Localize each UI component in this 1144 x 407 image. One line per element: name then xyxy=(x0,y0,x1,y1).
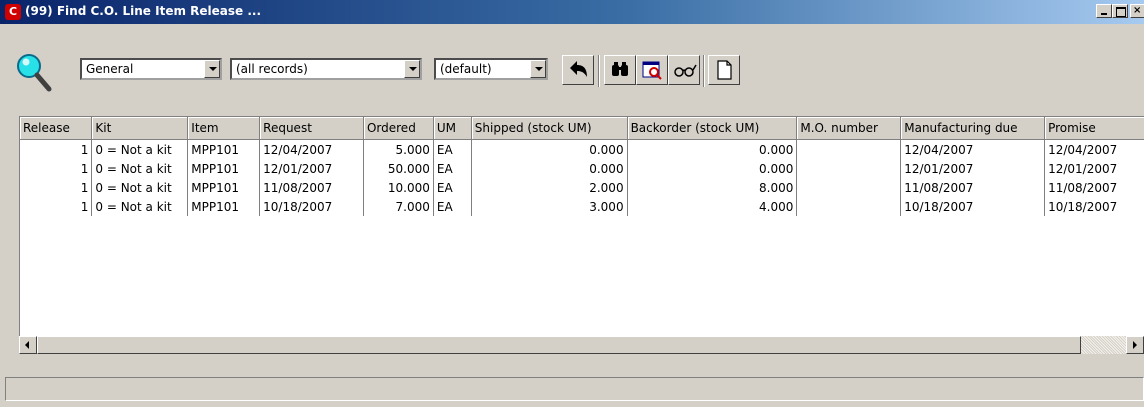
column-header-request[interactable]: Request xyxy=(259,117,364,140)
cell-manufacturing-due: 12/01/2007 xyxy=(900,159,1046,178)
cell-promise: 12/04/2007 xyxy=(1044,139,1144,159)
cell-backorder: 4.000 xyxy=(627,197,798,216)
column-header-manufacturing-due[interactable]: Manufacturing due xyxy=(900,117,1046,140)
close-button[interactable]: × xyxy=(1130,4,1144,18)
cell-ordered: 50.000 xyxy=(363,159,434,178)
cell-promise: 10/18/2007 xyxy=(1044,197,1144,216)
glasses-icon xyxy=(674,64,697,77)
toolbar-separator xyxy=(598,55,600,87)
horizontal-scrollbar[interactable] xyxy=(19,336,1144,354)
scroll-right-icon[interactable] xyxy=(1126,336,1144,354)
cell-kit: 0 = Not a kit xyxy=(91,159,189,178)
cell-manufacturing-due: 10/18/2007 xyxy=(900,197,1046,216)
cell-promise: 12/01/2007 xyxy=(1044,159,1144,178)
filter-select-value: (all records) xyxy=(236,62,308,76)
cell-um: EA xyxy=(433,178,472,197)
table-row[interactable]: 1 0 = Not a kit MPP101 10/18/2007 7.000 … xyxy=(20,197,1144,216)
cell-shipped: 0.000 xyxy=(471,139,628,159)
cell-item: MPP101 xyxy=(187,197,261,216)
toolbar-separator xyxy=(703,55,705,87)
cell-request: 10/18/2007 xyxy=(259,197,364,216)
find-button[interactable] xyxy=(604,55,636,85)
chevron-down-icon[interactable] xyxy=(404,60,420,78)
magnifier-icon xyxy=(17,54,52,92)
cell-request: 11/08/2007 xyxy=(259,178,364,197)
table-row[interactable]: 1 0 = Not a kit MPP101 12/04/2007 5.000 … xyxy=(20,139,1144,159)
cell-shipped: 0.000 xyxy=(471,159,628,178)
column-header-mo-number[interactable]: M.O. number xyxy=(796,117,902,140)
cell-release: 1 xyxy=(20,178,93,197)
undo-icon xyxy=(570,61,587,77)
preview-button[interactable] xyxy=(668,55,700,85)
cell-mo-number xyxy=(796,178,902,197)
cell-shipped: 3.000 xyxy=(471,197,628,216)
cell-release: 1 xyxy=(20,139,93,159)
cell-request: 12/01/2007 xyxy=(259,159,364,178)
column-header-um[interactable]: UM xyxy=(433,117,472,140)
column-header-shipped[interactable]: Shipped (stock UM) xyxy=(471,117,628,140)
cell-kit: 0 = Not a kit xyxy=(91,197,189,216)
cell-item: MPP101 xyxy=(187,178,261,197)
status-bar xyxy=(5,377,1144,401)
column-header-kit[interactable]: Kit xyxy=(91,117,189,140)
results-table: Release Kit Item Request Ordered UM Ship… xyxy=(20,117,1144,216)
minimize-button[interactable] xyxy=(1096,4,1112,18)
view-select[interactable]: General xyxy=(80,58,222,80)
cell-ordered: 10.000 xyxy=(363,178,434,197)
query-button[interactable] xyxy=(636,55,668,85)
cell-request: 12/04/2007 xyxy=(259,139,364,159)
chevron-down-icon[interactable] xyxy=(530,60,546,78)
results-grid[interactable]: Release Kit Item Request Ordered UM Ship… xyxy=(19,116,1144,337)
filter-select[interactable]: (all records) xyxy=(230,58,422,80)
view-select-value: General xyxy=(86,62,134,76)
maximize-button[interactable] xyxy=(1112,4,1128,18)
cell-ordered: 7.000 xyxy=(363,197,434,216)
query-icon xyxy=(642,61,662,80)
cell-manufacturing-due: 11/08/2007 xyxy=(900,178,1046,197)
cell-mo-number xyxy=(796,159,902,178)
sort-select-value: (default) xyxy=(440,62,492,76)
cell-um: EA xyxy=(433,159,472,178)
cell-ordered: 5.000 xyxy=(363,139,434,159)
cell-um: EA xyxy=(433,197,472,216)
cell-release: 1 xyxy=(20,197,93,216)
table-row[interactable]: 1 0 = Not a kit MPP101 11/08/2007 10.000… xyxy=(20,178,1144,197)
new-button[interactable] xyxy=(708,55,740,85)
new-document-icon xyxy=(717,60,732,80)
cell-mo-number xyxy=(796,139,902,159)
table-row[interactable]: 1 0 = Not a kit MPP101 12/01/2007 50.000… xyxy=(20,159,1144,178)
app-icon[interactable]: C xyxy=(5,4,21,20)
undo-button[interactable] xyxy=(562,55,594,85)
column-header-backorder[interactable]: Backorder (stock UM) xyxy=(627,117,798,140)
title-bar[interactable]: C (99) Find C.O. Line Item Release ... × xyxy=(0,0,1144,24)
cell-mo-number xyxy=(796,197,902,216)
column-header-release[interactable]: Release xyxy=(20,117,93,140)
find-window: C (99) Find C.O. Line Item Release ... ×… xyxy=(0,0,1144,407)
column-header-item[interactable]: Item xyxy=(187,117,261,140)
cell-um: EA xyxy=(433,139,472,159)
column-header-ordered[interactable]: Ordered xyxy=(363,117,434,140)
chevron-down-icon[interactable] xyxy=(204,60,220,78)
sort-select[interactable]: (default) xyxy=(434,58,548,80)
window-title: (99) Find C.O. Line Item Release ... xyxy=(25,4,262,18)
cell-shipped: 2.000 xyxy=(471,178,628,197)
cell-kit: 0 = Not a kit xyxy=(91,139,189,159)
cell-item: MPP101 xyxy=(187,139,261,159)
cell-item: MPP101 xyxy=(187,159,261,178)
cell-backorder: 0.000 xyxy=(627,159,798,178)
cell-kit: 0 = Not a kit xyxy=(91,178,189,197)
column-header-promise[interactable]: Promise xyxy=(1044,117,1144,140)
cell-backorder: 0.000 xyxy=(627,139,798,159)
scroll-left-icon[interactable] xyxy=(19,336,37,354)
cell-backorder: 8.000 xyxy=(627,178,798,197)
grid-header-row: Release Kit Item Request Ordered UM Ship… xyxy=(20,117,1144,140)
cell-manufacturing-due: 12/04/2007 xyxy=(900,139,1046,159)
cell-release: 1 xyxy=(20,159,93,178)
cell-promise: 11/08/2007 xyxy=(1044,178,1144,197)
find-binoculars-icon xyxy=(612,62,628,76)
scroll-thumb[interactable] xyxy=(37,336,1081,354)
